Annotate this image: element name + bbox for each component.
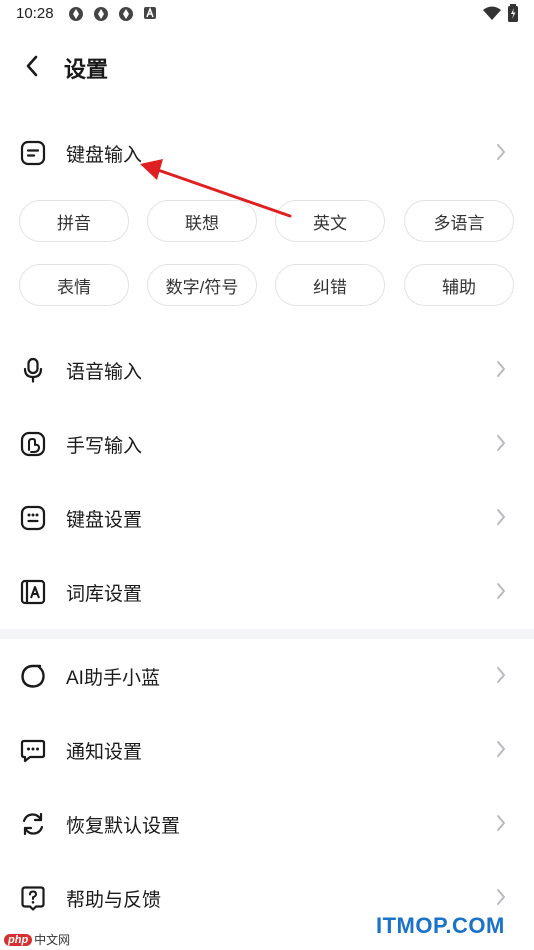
chip-correction[interactable]: 纠错 [275, 264, 385, 306]
chevron-left-icon [26, 55, 38, 77]
sync-icon [69, 7, 83, 21]
chevron-right-icon [497, 815, 505, 831]
chevron-right-icon [497, 435, 505, 451]
php-logo: php [4, 933, 33, 946]
chevron-right-icon [497, 583, 505, 599]
page-title: 设置 [64, 57, 109, 82]
dictionary-icon [20, 579, 46, 605]
chevron-right-icon [497, 741, 505, 757]
handwriting-input-label: 手写输入 [66, 436, 143, 457]
chip-numbers-symbols[interactable]: 数字/符号 [147, 264, 257, 306]
sync-icon [119, 7, 133, 21]
watermark-php: php 中文网 [4, 931, 70, 948]
keyboard-settings-label: 键盘设置 [66, 510, 143, 531]
chip-pinyin[interactable]: 拼音 [19, 200, 129, 242]
sync-icon [94, 7, 108, 21]
chevron-right-icon [497, 144, 505, 160]
keyboard-icon [20, 505, 46, 531]
restore-icon [22, 812, 44, 836]
restore-defaults-row[interactable]: 恢复默认设置 [0, 791, 534, 855]
status-time: 10:28 [16, 5, 54, 22]
keyboard-input-row[interactable]: 键盘输入 [0, 120, 534, 184]
watermark-php-text: 中文网 [34, 933, 71, 947]
keyboard-input-label: 键盘输入 [66, 145, 143, 166]
notification-settings-row[interactable]: 通知设置 [0, 717, 534, 781]
chip-multilanguage[interactable]: 多语言 [404, 200, 514, 242]
keyboard-settings-row[interactable]: 键盘设置 [0, 485, 534, 549]
chip-assist[interactable]: 辅助 [404, 264, 514, 306]
dictionary-settings-label: 词库设置 [66, 584, 143, 605]
status-bar: 10:28 [0, 0, 534, 28]
notification-icon [20, 739, 46, 763]
chip-emoji[interactable]: 表情 [19, 264, 129, 306]
section-divider [0, 629, 534, 639]
chip-english[interactable]: 英文 [275, 200, 385, 242]
back-button[interactable] [14, 48, 50, 84]
voice-input-label: 语音输入 [66, 362, 143, 383]
handwriting-icon [20, 431, 46, 457]
header: 设置 [0, 40, 534, 90]
chevron-right-icon [497, 361, 505, 377]
restore-defaults-label: 恢复默认设置 [66, 816, 181, 837]
microphone-icon [23, 357, 43, 383]
ai-assistant-label: AI助手小蓝 [66, 668, 160, 689]
battery-icon [508, 4, 518, 22]
help-icon [21, 886, 45, 911]
chevron-right-icon [497, 509, 505, 525]
wifi-icon [483, 6, 501, 20]
handwriting-input-row[interactable]: 手写输入 [0, 411, 534, 475]
help-feedback-label: 帮助与反馈 [66, 890, 162, 911]
dictionary-settings-row[interactable]: 词库设置 [0, 559, 534, 623]
voice-input-row[interactable]: 语音输入 [0, 337, 534, 401]
notification-settings-label: 通知设置 [66, 742, 143, 763]
notification-a-icon [144, 6, 156, 19]
chip-lianxiang[interactable]: 联想 [147, 200, 257, 242]
watermark-itmop: ITMOP.COM [376, 913, 505, 938]
chevron-right-icon [497, 889, 505, 905]
chevron-right-icon [497, 667, 505, 683]
keyboard-input-icon [20, 140, 46, 166]
ai-assistant-icon [21, 664, 45, 688]
ai-assistant-row[interactable]: AI助手小蓝 [0, 643, 534, 707]
